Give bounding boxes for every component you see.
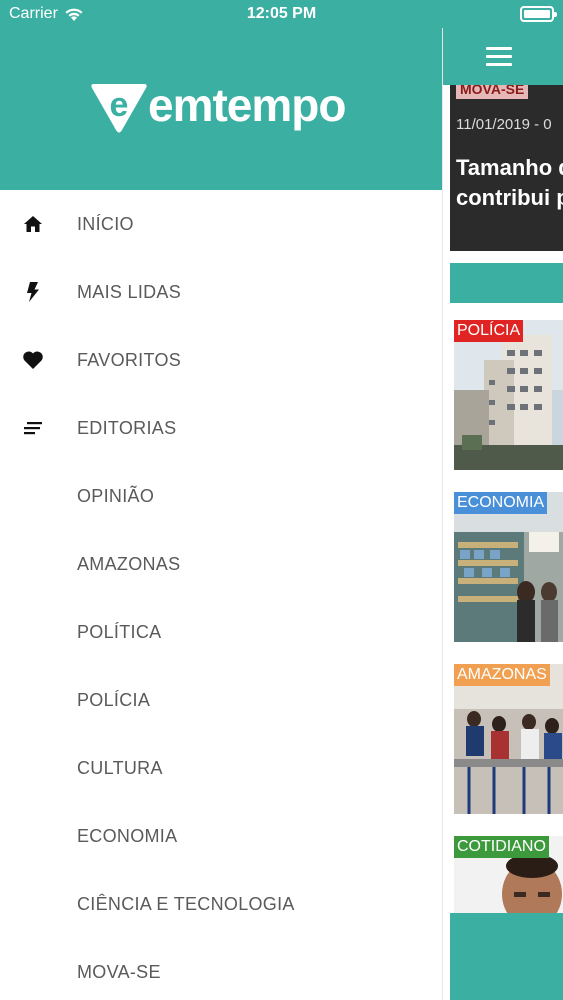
- logo-mark-icon: e: [91, 84, 147, 133]
- drawer-header: e emtempo: [0, 28, 442, 190]
- article-thumbnail-image: [454, 320, 563, 470]
- featured-title-line-1: Tamanho d: [456, 155, 563, 180]
- feed-bottom-block: [450, 913, 563, 1000]
- menu-item-opiniao[interactable]: OPINIÃO: [0, 462, 442, 530]
- drawer-menu: INÍCIO MAIS LIDAS FAVORITOS EDITORIAS OP…: [0, 190, 442, 1000]
- section-divider: [450, 263, 563, 303]
- menu-item-cultura[interactable]: CULTURA: [0, 734, 442, 802]
- logo-text: emtempo: [148, 79, 346, 131]
- menu-item-policia[interactable]: POLÍCIA: [0, 666, 442, 734]
- menu-item-inicio[interactable]: INÍCIO: [0, 190, 442, 258]
- card-category-tag: ECONOMIA: [454, 492, 548, 514]
- menu-item-label: CIÊNCIA E TECNOLOGIA: [77, 893, 295, 914]
- menu-item-label: MOVA-SE: [77, 961, 161, 982]
- menu-item-label: MAIS LIDAS: [77, 281, 182, 302]
- menu-item-label: INÍCIO: [77, 213, 134, 234]
- news-feed: MOVA-SE 11/01/2019 - 0 Tamanho d contrib…: [443, 28, 563, 1000]
- menu-item-label: FAVORITOS: [77, 349, 182, 370]
- menu-item-amazonas[interactable]: AMAZONAS: [0, 530, 442, 598]
- feed-top-bar: [443, 28, 563, 85]
- article-thumbnail-image: [454, 492, 563, 642]
- status-bar: Carrier 12:05 PM: [0, 0, 563, 28]
- featured-article[interactable]: MOVA-SE 11/01/2019 - 0 Tamanho d contrib…: [450, 85, 563, 251]
- menu-item-label: EDITORIAS: [77, 417, 177, 438]
- heart-icon: [22, 349, 44, 371]
- menu-item-politica[interactable]: POLÍTICA: [0, 598, 442, 666]
- menu-item-label: POLÍTICA: [77, 621, 162, 642]
- status-time: 12:05 PM: [246, 5, 317, 22]
- menu-item-label: OPINIÃO: [77, 485, 155, 506]
- menu-item-mova-se[interactable]: MOVA-SE: [0, 938, 442, 1000]
- menu-item-label: CULTURA: [77, 757, 163, 778]
- lightning-icon: [22, 281, 44, 303]
- featured-title: Tamanho d contribui p: [456, 153, 563, 213]
- card-category-tag: COTIDIANO: [454, 836, 549, 858]
- menu-item-favoritos[interactable]: FAVORITOS: [0, 326, 442, 394]
- featured-title-line-2: contribui p: [456, 185, 563, 210]
- menu-item-economia[interactable]: ECONOMIA: [0, 802, 442, 870]
- article-card[interactable]: AMAZONAS: [454, 664, 563, 814]
- hamburger-menu-icon[interactable]: [486, 47, 512, 67]
- article-card[interactable]: ECONOMIA: [454, 492, 563, 642]
- featured-date: 11/01/2019 - 0: [456, 116, 552, 133]
- card-category-tag: POLÍCIA: [454, 320, 524, 342]
- menu-item-editorias[interactable]: EDITORIAS: [0, 394, 442, 462]
- article-card[interactable]: COTIDIANO: [454, 836, 563, 916]
- article-card[interactable]: POLÍCIA: [454, 320, 563, 470]
- menu-item-label: AMAZONAS: [77, 553, 181, 574]
- brand-logo: e emtempo: [88, 79, 346, 136]
- article-thumbnail-image: [454, 664, 563, 814]
- card-category-tag: AMAZONAS: [454, 664, 550, 686]
- menu-item-ciencia-e-tecnologia[interactable]: CIÊNCIA E TECNOLOGIA: [0, 870, 442, 938]
- svg-text:e: e: [110, 86, 129, 124]
- menu-item-label: POLÍCIA: [77, 689, 151, 710]
- menu-item-mais-lidas[interactable]: MAIS LIDAS: [0, 258, 442, 326]
- home-icon: [22, 213, 44, 235]
- menu-item-label: ECONOMIA: [77, 825, 178, 846]
- battery-icon: [520, 6, 557, 22]
- list-icon: [22, 417, 44, 439]
- navigation-drawer: e emtempo INÍCIO MAIS LIDAS FAVORITOS ED…: [0, 28, 443, 1000]
- featured-category-tag: MOVA-SE: [456, 85, 529, 99]
